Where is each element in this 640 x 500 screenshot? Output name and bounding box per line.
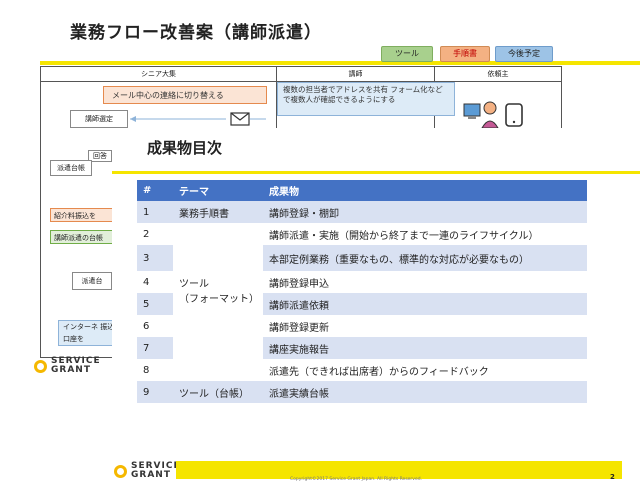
background-logo: SERVICE GRANT xyxy=(34,357,101,375)
header-theme: テーマ xyxy=(173,180,263,201)
overlay-title-underline xyxy=(112,171,640,174)
row-number: 2 xyxy=(137,223,173,245)
page-number: 2 xyxy=(610,473,615,481)
header-number: # xyxy=(137,180,173,201)
row-deliverable: 講師登録・棚卸 xyxy=(263,201,587,223)
logo-ring-icon xyxy=(34,359,47,373)
callout-shared-address: 複数の担当者でアドレスを共有 フォーム化などで複数人が確認できるようにする xyxy=(277,82,455,116)
theme-format-label: （フォーマット） xyxy=(179,294,259,305)
deliverables-table: # テーマ 成果物 1 業務手順書 講師登録・棚卸 2 講師派遣・実施（開始から… xyxy=(137,180,587,403)
logo-ring-icon xyxy=(114,464,127,478)
theme-tool-label: ツール xyxy=(179,279,209,290)
lane-header-instructor: 講師 xyxy=(277,67,434,82)
box-dispatch-ledger: 派遣台帳 xyxy=(50,160,92,176)
row-number: 3 xyxy=(137,245,173,271)
row-theme-empty xyxy=(173,223,263,245)
row-deliverable: 講師登録申込 xyxy=(263,271,587,293)
logo-text-line2: GRANT xyxy=(51,365,91,375)
header-deliverable: 成果物 xyxy=(263,180,587,201)
row-theme-empty xyxy=(173,245,263,271)
step-fee-transfer: 紹介料振込を xyxy=(50,208,114,222)
row-number: 8 xyxy=(137,359,173,381)
table-row: 1 業務手順書 講師登録・棚卸 xyxy=(137,201,587,223)
row-number: 7 xyxy=(137,337,173,359)
box-instructor-select: 講師選定 xyxy=(70,110,128,128)
table-header-row: # テーマ 成果物 xyxy=(137,180,587,201)
background-slide-title: 業務フロー改善案（講師派遣） xyxy=(70,23,322,43)
row-deliverable: 講座実施報告 xyxy=(263,337,587,359)
row-number: 5 xyxy=(137,293,173,315)
row-theme: ツール（台帳） xyxy=(173,381,263,403)
client-illustration-icon xyxy=(463,101,523,129)
row-deliverable: 講師登録更新 xyxy=(263,315,587,337)
tag-manual: 手順書 xyxy=(440,46,490,62)
row-deliverable: 派遣実績台帳 xyxy=(263,381,587,403)
row-number: 6 xyxy=(137,315,173,337)
step-internet-transfer: インターネ 振込口座を xyxy=(58,320,118,346)
table-row: 4 ツール （フォーマット） 講師登録申込 xyxy=(137,271,587,381)
row-deliverable: 講師派遣・実施（開始から終了まで一連のライフサイクル） xyxy=(263,223,587,245)
row-number: 9 xyxy=(137,381,173,403)
table-row: 3 本部定例業務（重要なもの、標準的な対応が必要なもの） xyxy=(137,245,587,271)
row-deliverable: 派遣先（できれば出席者）からのフィードバック xyxy=(263,359,587,381)
row-number: 1 xyxy=(137,201,173,223)
lane-header-senior: シニア大集 xyxy=(41,67,276,82)
box-ledger-2: 派遣台 xyxy=(72,272,112,290)
footer-logo: SERVICE GRANT xyxy=(114,462,181,480)
overlay-title: 成果物目次 xyxy=(147,139,223,157)
table-row: 9 ツール（台帳） 派遣実績台帳 xyxy=(137,381,587,403)
row-deliverable: 講師派遣依頼 xyxy=(263,293,587,315)
row-deliverable: 本部定例業務（重要なもの、標準的な対応が必要なもの） xyxy=(263,245,587,271)
tag-tool: ツール xyxy=(381,46,433,62)
row-number: 4 xyxy=(137,271,173,293)
mail-icon xyxy=(230,112,250,126)
table-row: 2 講師派遣・実施（開始から終了まで一連のライフサイクル） xyxy=(137,223,587,245)
logo-text-line2: GRANT xyxy=(131,470,171,480)
callout-email: メール中心の連絡に切り替える xyxy=(103,86,267,104)
lane-header-client: 依頼主 xyxy=(435,67,561,82)
row-theme: ツール （フォーマット） xyxy=(173,271,263,381)
footer-copyright: Copyright©2017 Service Grant Japan. All … xyxy=(290,477,422,482)
step-dispatch-ledger: 講師派遣の台帳 xyxy=(50,230,114,244)
row-theme: 業務手順書 xyxy=(173,201,263,223)
tag-planned: 今後予定 xyxy=(495,46,553,62)
